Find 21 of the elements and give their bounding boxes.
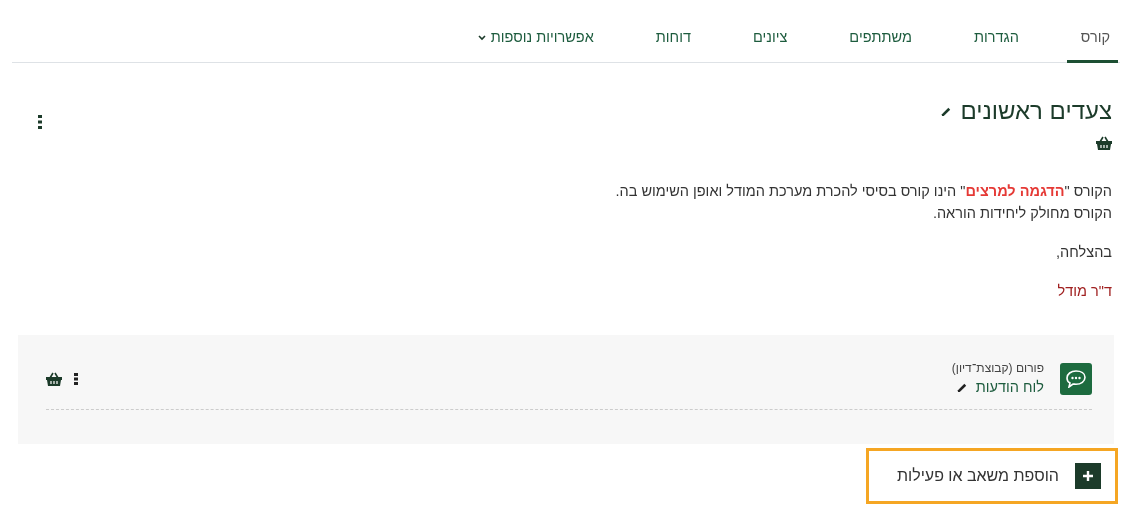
nav-tab[interactable]: ציונים	[738, 25, 802, 63]
plus-icon	[1083, 470, 1093, 481]
nav-tab[interactable]: משתתפים	[835, 25, 926, 63]
nav-tab[interactable]: הגדרות	[959, 25, 1033, 63]
activity-type-label: פורום (קבוצת־דיון)	[951, 360, 1044, 378]
greeting-text: בהצלחה,	[1055, 242, 1113, 262]
basket-icon	[1096, 135, 1112, 150]
nav-tab[interactable]: דוחות	[641, 25, 705, 63]
signature-text: ד"ר מודל	[1056, 282, 1113, 302]
chevron-down-icon	[477, 34, 486, 41]
add-activity-button[interactable]: הוספת משאב או פעילות	[865, 447, 1118, 504]
section-title: צעדים ראשונים	[960, 96, 1112, 126]
nav-tab[interactable]: קורס	[1066, 25, 1118, 63]
pencil-icon[interactable]	[956, 382, 968, 394]
description-text: הקורס מחולק ליחידות הוראה.	[932, 203, 1112, 223]
description-text: הקורס "הדגמה למרצים" הינו קורס בסיסי להכרת מערכת המודל ואופן השימוש בה.	[615, 181, 1112, 201]
activity-link[interactable]: לוח הודעות	[975, 377, 1044, 399]
nav-tab[interactable]: אפשרויות נוספות	[463, 25, 608, 63]
basket-icon[interactable]	[46, 371, 62, 386]
pencil-icon[interactable]	[941, 105, 953, 117]
forum-icon[interactable]	[1060, 362, 1092, 395]
